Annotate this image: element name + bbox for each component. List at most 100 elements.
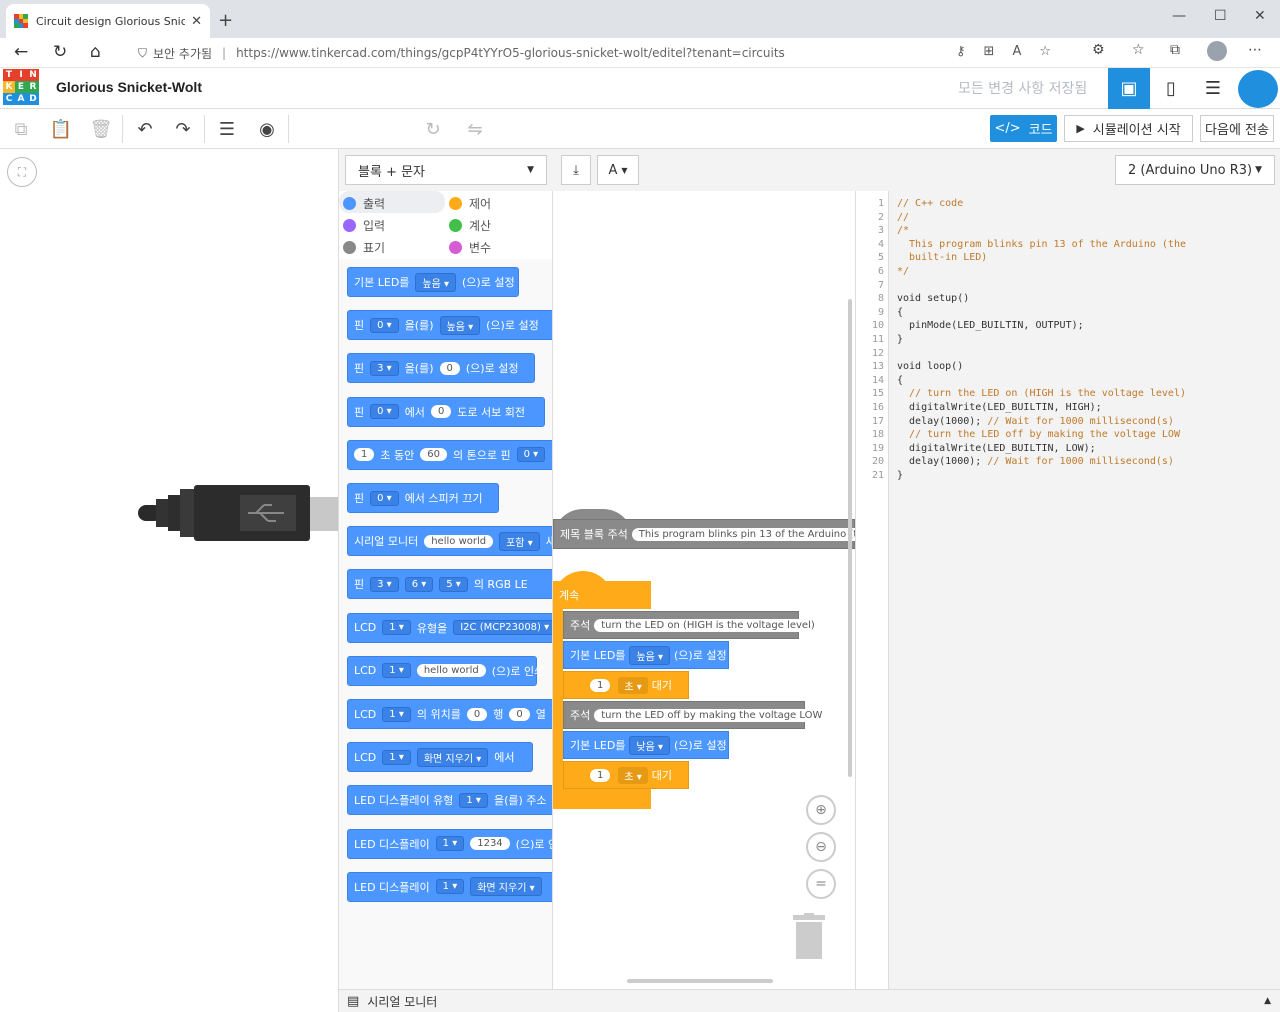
- wait-value-input[interactable]: 1: [590, 768, 611, 782]
- value-input[interactable]: 0: [439, 361, 460, 375]
- text-code-pane[interactable]: 1 2 3 4 5 6 7 8 9 10 11 12 13 14 15 16 17 18 19 20 21 // C++…: [855, 191, 1280, 989]
- wait-value-input[interactable]: 1: [590, 678, 611, 692]
- value-input[interactable]: 0: [430, 405, 452, 419]
- value-input[interactable]: 1: [354, 448, 375, 462]
- palette-block[interactable]: LED 디스플레이 1 ▾ 화면 지우기 ▾: [347, 871, 552, 902]
- comment-input[interactable]: turn the LED off by making the voltage L…: [594, 708, 830, 722]
- value-input[interactable]: hello world: [416, 664, 486, 678]
- wait-block[interactable]: 1 초 ▾ 대기: [563, 761, 689, 789]
- zoom-in-icon[interactable]: ⊕: [806, 795, 836, 825]
- fit-view-icon[interactable]: ⛶: [7, 157, 37, 187]
- user-avatar[interactable]: [1238, 70, 1278, 108]
- block-dropdown[interactable]: 포함 ▾: [499, 531, 540, 551]
- board-select[interactable]: 2 (Arduino Uno R3) ▼: [1115, 155, 1275, 185]
- block-dropdown[interactable]: 6 ▾: [404, 576, 434, 592]
- rotate-icon[interactable]: ↻: [420, 117, 446, 141]
- block-dropdown[interactable]: 1 ▾: [382, 663, 411, 679]
- category-math[interactable]: 계산: [449, 217, 491, 234]
- usb-cable[interactable]: [138, 483, 338, 543]
- horizontal-scrollbar[interactable]: [627, 979, 773, 983]
- design-title[interactable]: Glorious Snicket-Wolt: [56, 79, 202, 95]
- chevron-up-icon[interactable]: ▲: [1264, 996, 1271, 1006]
- block-dropdown[interactable]: 화면 지우기 ▾: [470, 877, 542, 897]
- block-dropdown[interactable]: 3 ▾: [370, 576, 399, 592]
- category-variables[interactable]: 변수: [449, 239, 491, 256]
- send-to-button[interactable]: 다음에 전송: [1200, 115, 1274, 142]
- reset-zoom-icon[interactable]: =: [806, 869, 836, 899]
- led-state-dropdown[interactable]: 높음 ▾: [629, 645, 671, 665]
- block-workspace[interactable]: 제목 블록 주석 This program blinks pin 13 of t…: [552, 191, 855, 989]
- palette-block[interactable]: LED 디스플레이 유형 1 ▾ 을(를) 주소: [347, 785, 552, 816]
- code-button[interactable]: </> 코드: [990, 115, 1057, 142]
- palette-block[interactable]: 핀 0 ▾ 에서 0 도로 서보 회전: [347, 396, 545, 427]
- value-input[interactable]: 1234: [470, 837, 510, 851]
- wait-unit-dropdown[interactable]: 초 ▾: [618, 676, 648, 694]
- block-dropdown[interactable]: I2C (MCP23008) ▾: [453, 620, 552, 636]
- palette-block[interactable]: LED 디스플레이 1 ▾ 1234 (으)로 인: [347, 828, 552, 859]
- palette-block[interactable]: 핀 0 ▾ 에서 스피커 끄기: [347, 483, 499, 513]
- block-dropdown[interactable]: 1 ▾: [459, 792, 488, 808]
- close-window-icon[interactable]: ✕: [1254, 8, 1266, 24]
- editor-mode-select[interactable]: 블록 + 문자 ▼: [345, 155, 547, 185]
- back-icon[interactable]: ←: [14, 42, 28, 62]
- block-dropdown[interactable]: 1 ▾: [435, 879, 465, 895]
- circuit-view-button[interactable]: ▣: [1108, 68, 1150, 109]
- palette-block[interactable]: 핀 3 ▾ 을(를) 0 (으)로 설정: [347, 353, 535, 384]
- block-dropdown[interactable]: 0 ▾: [370, 404, 399, 420]
- browser-tab[interactable]: Circuit design Glorious Snicket-W ✕: [6, 4, 210, 38]
- favorites-icon[interactable]: ☆: [1132, 42, 1145, 58]
- undo-icon[interactable]: ↶: [132, 117, 158, 141]
- forever-block[interactable]: 계속: [553, 581, 651, 609]
- notes-icon[interactable]: ☰: [214, 117, 240, 141]
- component-list-button[interactable]: ☰: [1192, 68, 1234, 109]
- paste-icon[interactable]: 📋: [48, 117, 74, 141]
- url-bar[interactable]: ⛉ 보안 추가됨 | https://www.tinkercad.com/thi…: [126, 41, 1081, 65]
- block-dropdown[interactable]: 1 ▾: [382, 749, 411, 765]
- set-builtin-led-block[interactable]: 기본 LED를 낮음 ▾ (으)로 설정: [563, 731, 729, 759]
- wait-unit-dropdown[interactable]: 초 ▾: [618, 766, 648, 784]
- palette-block[interactable]: 기본 LED를 높음 ▾ (으)로 설정: [347, 267, 519, 297]
- palette-block[interactable]: LCD 1 ▾ 유형을 I2C (MCP23008) ▾: [347, 612, 552, 643]
- led-state-dropdown[interactable]: 낮음 ▾: [629, 735, 671, 755]
- header-comment-block[interactable]: 제목 블록 주석 This program blinks pin 13 of t…: [553, 519, 855, 549]
- trash-icon[interactable]: [791, 913, 827, 961]
- value-input[interactable]: 0: [466, 707, 488, 721]
- block-dropdown[interactable]: 5 ▾: [439, 576, 468, 592]
- palette-block[interactable]: LCD 1 ▾ 의 위치를 0 행 0 열: [347, 699, 552, 729]
- block-dropdown[interactable]: 높음 ▾: [439, 315, 481, 335]
- wait-block[interactable]: 1 초 ▾ 대기: [563, 671, 689, 699]
- start-simulation-button[interactable]: ▶ 시뮬레이션 시작: [1064, 115, 1193, 142]
- palette-block[interactable]: LCD 1 ▾ hello world (으)로 인쇄: [347, 655, 544, 686]
- more-menu-icon[interactable]: ⋯: [1248, 42, 1262, 58]
- zoom-out-icon[interactable]: ⊖: [806, 832, 836, 862]
- block-dropdown[interactable]: 화면 지우기 ▾: [416, 747, 489, 767]
- delete-icon[interactable]: 🗑: [88, 117, 114, 141]
- minimize-icon[interactable]: —: [1172, 8, 1186, 24]
- palette-block[interactable]: 핀 0 ▾ 을(를) 높음 ▾ (으)로 설정: [347, 310, 552, 341]
- block-dropdown[interactable]: 높음 ▾: [415, 272, 457, 292]
- value-input[interactable]: 60: [420, 448, 447, 462]
- palette-block[interactable]: 시리얼 모니터 hello world 포함 ▾ 새: [347, 526, 552, 557]
- block-dropdown[interactable]: 1 ▾: [435, 836, 465, 852]
- tinkercad-logo[interactable]: T I N K E R C A D: [3, 69, 39, 105]
- download-icon[interactable]: ⤓: [561, 155, 591, 185]
- refresh-icon[interactable]: ↻: [53, 42, 67, 62]
- comment-block[interactable]: 주석 turn the LED off by making the voltage…: [563, 701, 830, 729]
- collections-icon[interactable]: ⧉: [1170, 42, 1180, 58]
- set-builtin-led-block[interactable]: 기본 LED를 높음 ▾ (으)로 설정: [563, 641, 729, 669]
- visibility-icon[interactable]: ◉: [254, 117, 280, 141]
- palette-block[interactable]: LCD 1 ▾ 화면 지우기 ▾ 에서: [347, 742, 533, 773]
- comment-block[interactable]: 주석 turn the LED on (HIGH is the voltage l…: [563, 611, 822, 639]
- block-dropdown[interactable]: 1 ▾: [382, 620, 411, 636]
- extensions-icon[interactable]: ⚙: [1092, 42, 1105, 58]
- block-dropdown[interactable]: 0 ▾: [370, 317, 399, 333]
- serial-monitor-bar[interactable]: ▤ 시리얼 모니터 ▲: [339, 989, 1280, 1012]
- category-input[interactable]: 입력: [343, 217, 385, 234]
- address-bar-icons[interactable]: ⚷⊞A☆: [956, 44, 1069, 59]
- block-dropdown[interactable]: 0 ▾: [370, 490, 399, 506]
- header-comment-input[interactable]: This program blinks pin 13 of the Arduin…: [631, 527, 855, 541]
- home-icon[interactable]: ⌂: [90, 42, 101, 62]
- maximize-icon[interactable]: ☐: [1214, 8, 1227, 24]
- copy-icon[interactable]: ⧉: [8, 117, 34, 141]
- font-size-button[interactable]: A ▼: [597, 155, 639, 185]
